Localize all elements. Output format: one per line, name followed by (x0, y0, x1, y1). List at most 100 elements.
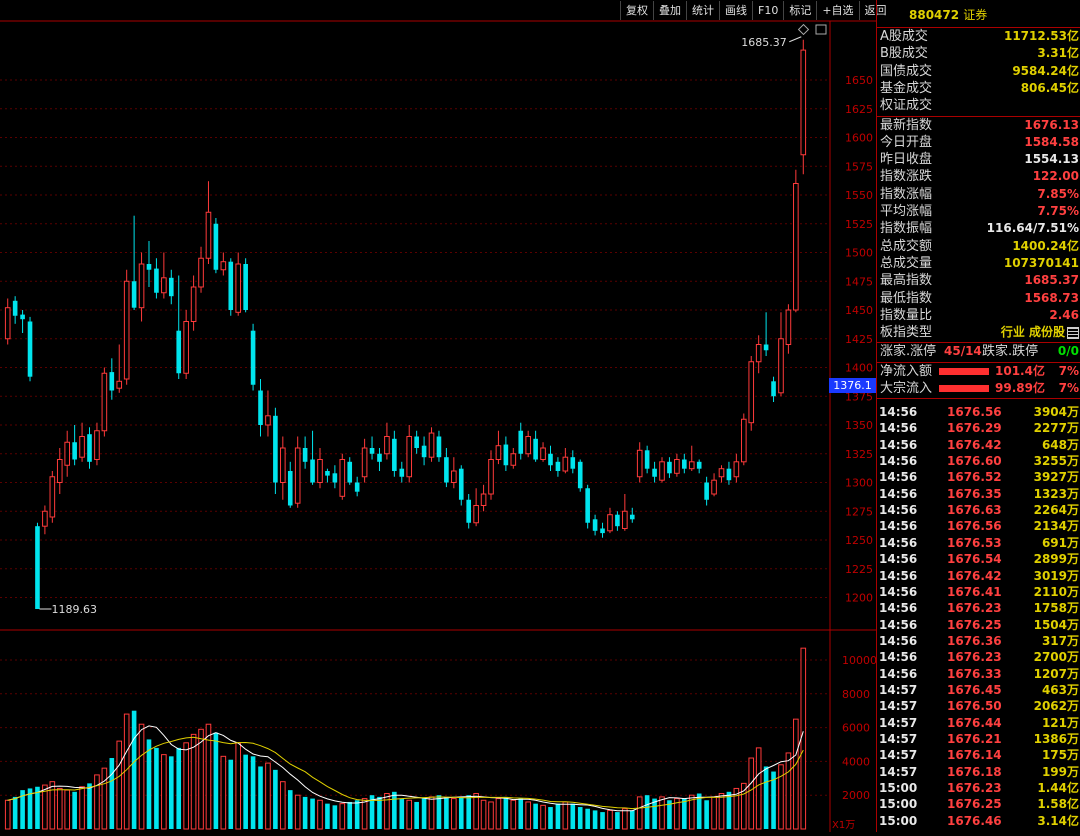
volume-bar (718, 793, 725, 830)
tick-time: 14:57 (879, 764, 918, 779)
candle-body (436, 436, 442, 458)
stat-row: 总成交量 107370141 (877, 255, 1080, 272)
price-tick-label: 1425 (845, 333, 873, 346)
summary-row-label: A股成交 (880, 29, 928, 44)
stat-row: 指数涨幅 7.85% (877, 186, 1080, 203)
tick-volume: 2700万 (1033, 650, 1079, 665)
volume-bar (154, 747, 159, 829)
candle-body (428, 432, 435, 458)
candle-body (414, 436, 419, 448)
tick-row: 14:56 1676.36 317万 (877, 633, 1080, 649)
stat-row-value: 1554.13 (1024, 152, 1079, 167)
candle-body (101, 372, 108, 432)
stat-row: 最低指数 1568.73 (877, 290, 1080, 307)
volume-bar (183, 742, 189, 830)
tick-price: 1676.42 (947, 568, 1002, 583)
tick-row: 14:57 1676.50 2062万 (877, 698, 1080, 714)
volume-bar (4, 799, 11, 830)
summary-row: B股成交 3.31亿 (877, 45, 1080, 62)
candle-body (347, 461, 353, 483)
candle-body (704, 482, 709, 500)
stat-row-value: 116.64/7.51% (986, 221, 1079, 236)
toolbar-button[interactable]: 画线 (719, 1, 752, 20)
volume-bar (577, 807, 583, 829)
tick-row: 14:56 1676.35 1323万 (877, 486, 1080, 502)
candle-body (533, 438, 538, 460)
price-tick-label: 1400 (845, 362, 873, 375)
updown-down-value: 0/0 (1057, 344, 1079, 359)
volume-tick-label: 8000 (842, 688, 870, 701)
candle-body (785, 309, 792, 345)
toolbar-button[interactable]: +自选 (816, 1, 858, 20)
toolbar-button[interactable]: 复权 (620, 1, 653, 20)
tick-price: 1676.33 (947, 666, 1002, 681)
candle-body (458, 468, 464, 500)
grid-icon[interactable] (1067, 327, 1079, 340)
volume-tick-label: 6000 (842, 722, 870, 735)
candle-body (176, 330, 182, 374)
candle-body (466, 499, 472, 523)
tick-time: 14:57 (879, 715, 918, 730)
tick-row: 14:56 1676.33 1207万 (877, 666, 1080, 682)
candle-body (763, 344, 769, 351)
toolbar-button[interactable]: 统计 (686, 1, 719, 20)
tick-price: 1676.23 (947, 601, 1002, 616)
price-tick-label: 1225 (845, 563, 873, 576)
tick-time: 14:56 (879, 405, 918, 419)
summary-row: 国债成交 9584.24亿 (877, 63, 1080, 80)
candle-body (800, 49, 807, 156)
summary-row: A股成交 11712.53亿 (877, 28, 1080, 45)
volume-bar (644, 795, 650, 829)
volume-tick-label: 2000 (842, 789, 870, 802)
volume-bar (755, 747, 762, 830)
volume-bar (525, 801, 531, 830)
candle-body (548, 453, 553, 466)
summary-row-value: 9584.24亿 (1012, 63, 1079, 78)
volume-bar (785, 752, 792, 830)
tick-volume: 2277万 (1033, 421, 1079, 436)
tick-price: 1676.54 (947, 552, 1002, 567)
summary-row-value: 806.45亿 (1020, 80, 1079, 95)
candle-body (518, 430, 524, 454)
tick-time: 14:56 (879, 503, 918, 518)
price-tick-label: 1600 (845, 132, 873, 145)
price-tick-label: 1500 (845, 247, 873, 260)
tick-time: 14:56 (879, 519, 918, 534)
tick-row: 14:57 1676.14 175万 (877, 747, 1080, 763)
candle-body (451, 470, 457, 483)
toolbar-button[interactable]: 标记 (783, 1, 816, 20)
flow-value: 101.4亿 (995, 363, 1045, 378)
stat-row-label: 最高指数 (880, 273, 933, 289)
volume-bar (339, 803, 346, 830)
kline-chart-svg[interactable]: 1650 1625 1600 1575 1550 1525 1500 1475 1450 1425… (0, 0, 877, 832)
summary-row-label: 国债成交 (880, 63, 933, 79)
kline-chart-area[interactable]: 1650 1625 1600 1575 1550 1525 1500 1475 1450 1425… (0, 0, 877, 832)
candle-body (146, 264, 152, 270)
stat-row-value: 7.75% (1037, 204, 1079, 218)
high-label: 1685.37 (741, 36, 787, 49)
toolbar-button[interactable]: F10 (752, 1, 783, 20)
divider (877, 398, 1080, 400)
tick-row: 14:56 1676.23 2700万 (877, 649, 1080, 665)
updown-down-label: 跌家.跌停 (982, 344, 1039, 360)
volume-bar (473, 793, 479, 830)
volume-bar (622, 808, 628, 830)
tick-price: 1676.25 (947, 617, 1002, 632)
candle-body (399, 468, 405, 477)
candle-body (64, 441, 71, 466)
volume-bar (555, 803, 561, 829)
candle-body (168, 277, 174, 297)
flow-row: 大宗流入 99.89亿 7% (877, 380, 1080, 397)
candle-body (659, 461, 665, 481)
toolbar-button[interactable]: 叠加 (653, 1, 686, 20)
candle-body (488, 459, 494, 495)
candle-body (622, 510, 628, 529)
candle-body (652, 468, 657, 477)
volume-bar (793, 718, 799, 830)
index-name: 证券 (963, 8, 988, 22)
index-code: 880472 (909, 8, 960, 22)
price-tick-label: 1275 (845, 505, 873, 518)
tick-price: 1676.53 (947, 535, 1002, 550)
summary-row: 基金成交 806.45亿 (877, 80, 1080, 97)
candle-body (12, 300, 18, 316)
